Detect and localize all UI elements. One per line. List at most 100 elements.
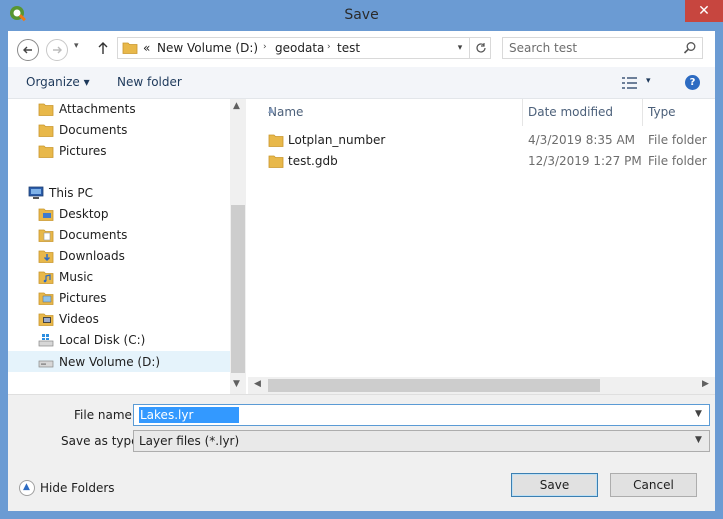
nav-item-new-volume-d[interactable]: New Volume (D:) <box>8 351 230 372</box>
file-date-modified: 4/3/2019 8:35 AM <box>528 133 636 147</box>
pictures-folder-icon <box>38 292 54 305</box>
window-title: Save <box>344 7 379 23</box>
address-dropdown[interactable]: ▾ <box>453 38 467 58</box>
command-bar: Organize ▾ New folder ▾ ? <box>8 67 715 99</box>
title-bar: Save ✕ <box>0 0 723 31</box>
nav-item-label: Pictures <box>59 144 107 158</box>
file-name-combobox[interactable]: ▼ <box>133 404 710 426</box>
file-list-horizontal-scrollbar[interactable]: ◀ ▶ <box>248 377 715 394</box>
folder-icon <box>122 42 138 54</box>
scrollbar-thumb[interactable] <box>231 205 245 373</box>
nav-item-attachments[interactable]: Attachments <box>8 99 230 120</box>
folder-icon <box>268 134 284 147</box>
nav-item-label: Documents <box>59 228 128 242</box>
column-header-date-label: Date modified <box>528 105 614 119</box>
videos-folder-icon <box>38 313 54 326</box>
nav-item-label: Desktop <box>59 207 109 221</box>
music-folder-icon <box>38 271 54 284</box>
desktop-folder-icon <box>38 208 54 221</box>
breadcrumb-separator[interactable]: › <box>327 42 331 52</box>
nav-item-documents-pc[interactable]: Documents <box>8 225 230 246</box>
save-dialog: Save ✕ ▾ « New Volume (D:) › geodata › t… <box>0 0 723 519</box>
nav-item-documents[interactable]: Documents <box>8 120 230 141</box>
refresh-icon <box>476 43 486 53</box>
nav-item-pictures-pc[interactable]: Pictures <box>8 288 230 309</box>
nav-item-label: Documents <box>59 123 128 137</box>
nav-item-local-disk-c[interactable]: Local Disk (C:) <box>8 330 230 351</box>
nav-pane-scrollbar[interactable]: ▲ ▼ <box>230 99 246 394</box>
file-list-pane: Name ▲ Date modified Type Lotplan_number… <box>248 99 715 394</box>
dialog-body: ▾ « New Volume (D:) › geodata › test ▾ S… <box>8 31 715 511</box>
nav-item-label: This PC <box>49 186 93 200</box>
nav-item-music[interactable]: Music <box>8 267 230 288</box>
hide-folders-button[interactable]: ▲ Hide Folders <box>19 479 129 497</box>
column-header-type-label: Type <box>648 105 676 119</box>
save-as-type-dropdown-arrow[interactable]: ▼ <box>695 435 702 445</box>
file-name-label: File name: <box>74 408 136 422</box>
file-name-input[interactable] <box>139 407 239 423</box>
search-box[interactable] <box>502 37 703 59</box>
nav-item-label: Local Disk (C:) <box>59 333 146 347</box>
help-icon[interactable]: ? <box>685 75 700 90</box>
downloads-folder-icon <box>38 250 54 263</box>
file-name-dropdown-arrow[interactable]: ▼ <box>695 409 702 419</box>
breadcrumb-geodata[interactable]: geodata <box>275 41 324 55</box>
windows-drive-icon <box>38 334 54 347</box>
nav-item-desktop[interactable]: Desktop <box>8 204 230 225</box>
search-icon[interactable] <box>683 41 697 55</box>
new-folder-button[interactable]: New folder <box>117 75 182 89</box>
folder-icon <box>268 155 284 168</box>
scrollbar-thumb[interactable] <box>268 379 600 392</box>
nav-item-label: Music <box>59 270 94 284</box>
nav-item-downloads[interactable]: Downloads <box>8 246 230 267</box>
nav-item-label: Videos <box>59 312 99 326</box>
close-button[interactable]: ✕ <box>685 0 723 22</box>
scroll-down-arrow[interactable]: ▼ <box>233 379 240 389</box>
column-header-type[interactable]: Type <box>642 99 715 126</box>
scroll-right-arrow[interactable]: ▶ <box>702 379 709 389</box>
breadcrumb-separator[interactable]: › <box>263 42 267 52</box>
view-details-icon[interactable] <box>622 76 638 90</box>
cancel-button[interactable]: Cancel <box>610 473 697 497</box>
file-name: test.gdb <box>288 154 338 168</box>
breadcrumb-test[interactable]: test <box>337 41 360 55</box>
scroll-up-arrow[interactable]: ▲ <box>233 101 240 111</box>
documents-folder-icon <box>38 229 54 242</box>
file-type: File folder <box>648 133 707 147</box>
save-as-type-value: Layer files (*.lyr) <box>139 434 240 448</box>
save-button[interactable]: Save <box>511 473 598 497</box>
search-input[interactable] <box>509 40 679 56</box>
column-header-name[interactable]: Name ▲ <box>262 99 522 126</box>
save-as-type-label: Save as type: <box>61 434 143 448</box>
organize-button[interactable]: Organize ▾ <box>26 75 90 89</box>
nav-item-label: Pictures <box>59 291 107 305</box>
folder-icon <box>38 124 54 137</box>
nav-item-this-pc[interactable]: This PC <box>8 183 230 204</box>
nav-item-label: New Volume (D:) <box>59 355 161 369</box>
scroll-left-arrow[interactable]: ◀ <box>254 379 261 389</box>
chevron-up-icon: ▲ <box>19 480 35 496</box>
folder-icon <box>38 103 54 116</box>
nav-item-pictures[interactable]: Pictures <box>8 141 230 162</box>
recent-locations-dropdown[interactable]: ▾ <box>74 41 79 51</box>
column-header-date[interactable]: Date modified <box>522 99 642 126</box>
address-bar[interactable]: « New Volume (D:) › geodata › test ▾ <box>117 37 491 59</box>
folder-icon <box>38 145 54 158</box>
nav-item-videos[interactable]: Videos <box>8 309 230 330</box>
file-row[interactable]: test.gdb 12/3/2019 1:27 PM File folder <box>248 151 715 172</box>
view-options-dropdown[interactable]: ▾ <box>646 76 651 86</box>
address-overflow[interactable]: « <box>143 41 150 55</box>
computer-icon <box>28 186 44 199</box>
refresh-button[interactable] <box>469 38 491 58</box>
file-type: File folder <box>648 154 707 168</box>
forward-button[interactable] <box>46 39 68 61</box>
save-as-type-select[interactable]: Layer files (*.lyr) ▼ <box>133 430 710 452</box>
nav-item-label: Downloads <box>59 249 125 263</box>
back-arrow-icon <box>23 46 32 54</box>
breadcrumb-new-volume[interactable]: New Volume (D:) <box>157 41 258 55</box>
file-name: Lotplan_number <box>288 133 386 147</box>
back-button[interactable] <box>17 39 39 61</box>
hide-folders-label: Hide Folders <box>40 481 115 495</box>
up-arrow-icon[interactable] <box>97 40 109 56</box>
file-row[interactable]: Lotplan_number 4/3/2019 8:35 AM File fol… <box>248 130 715 151</box>
